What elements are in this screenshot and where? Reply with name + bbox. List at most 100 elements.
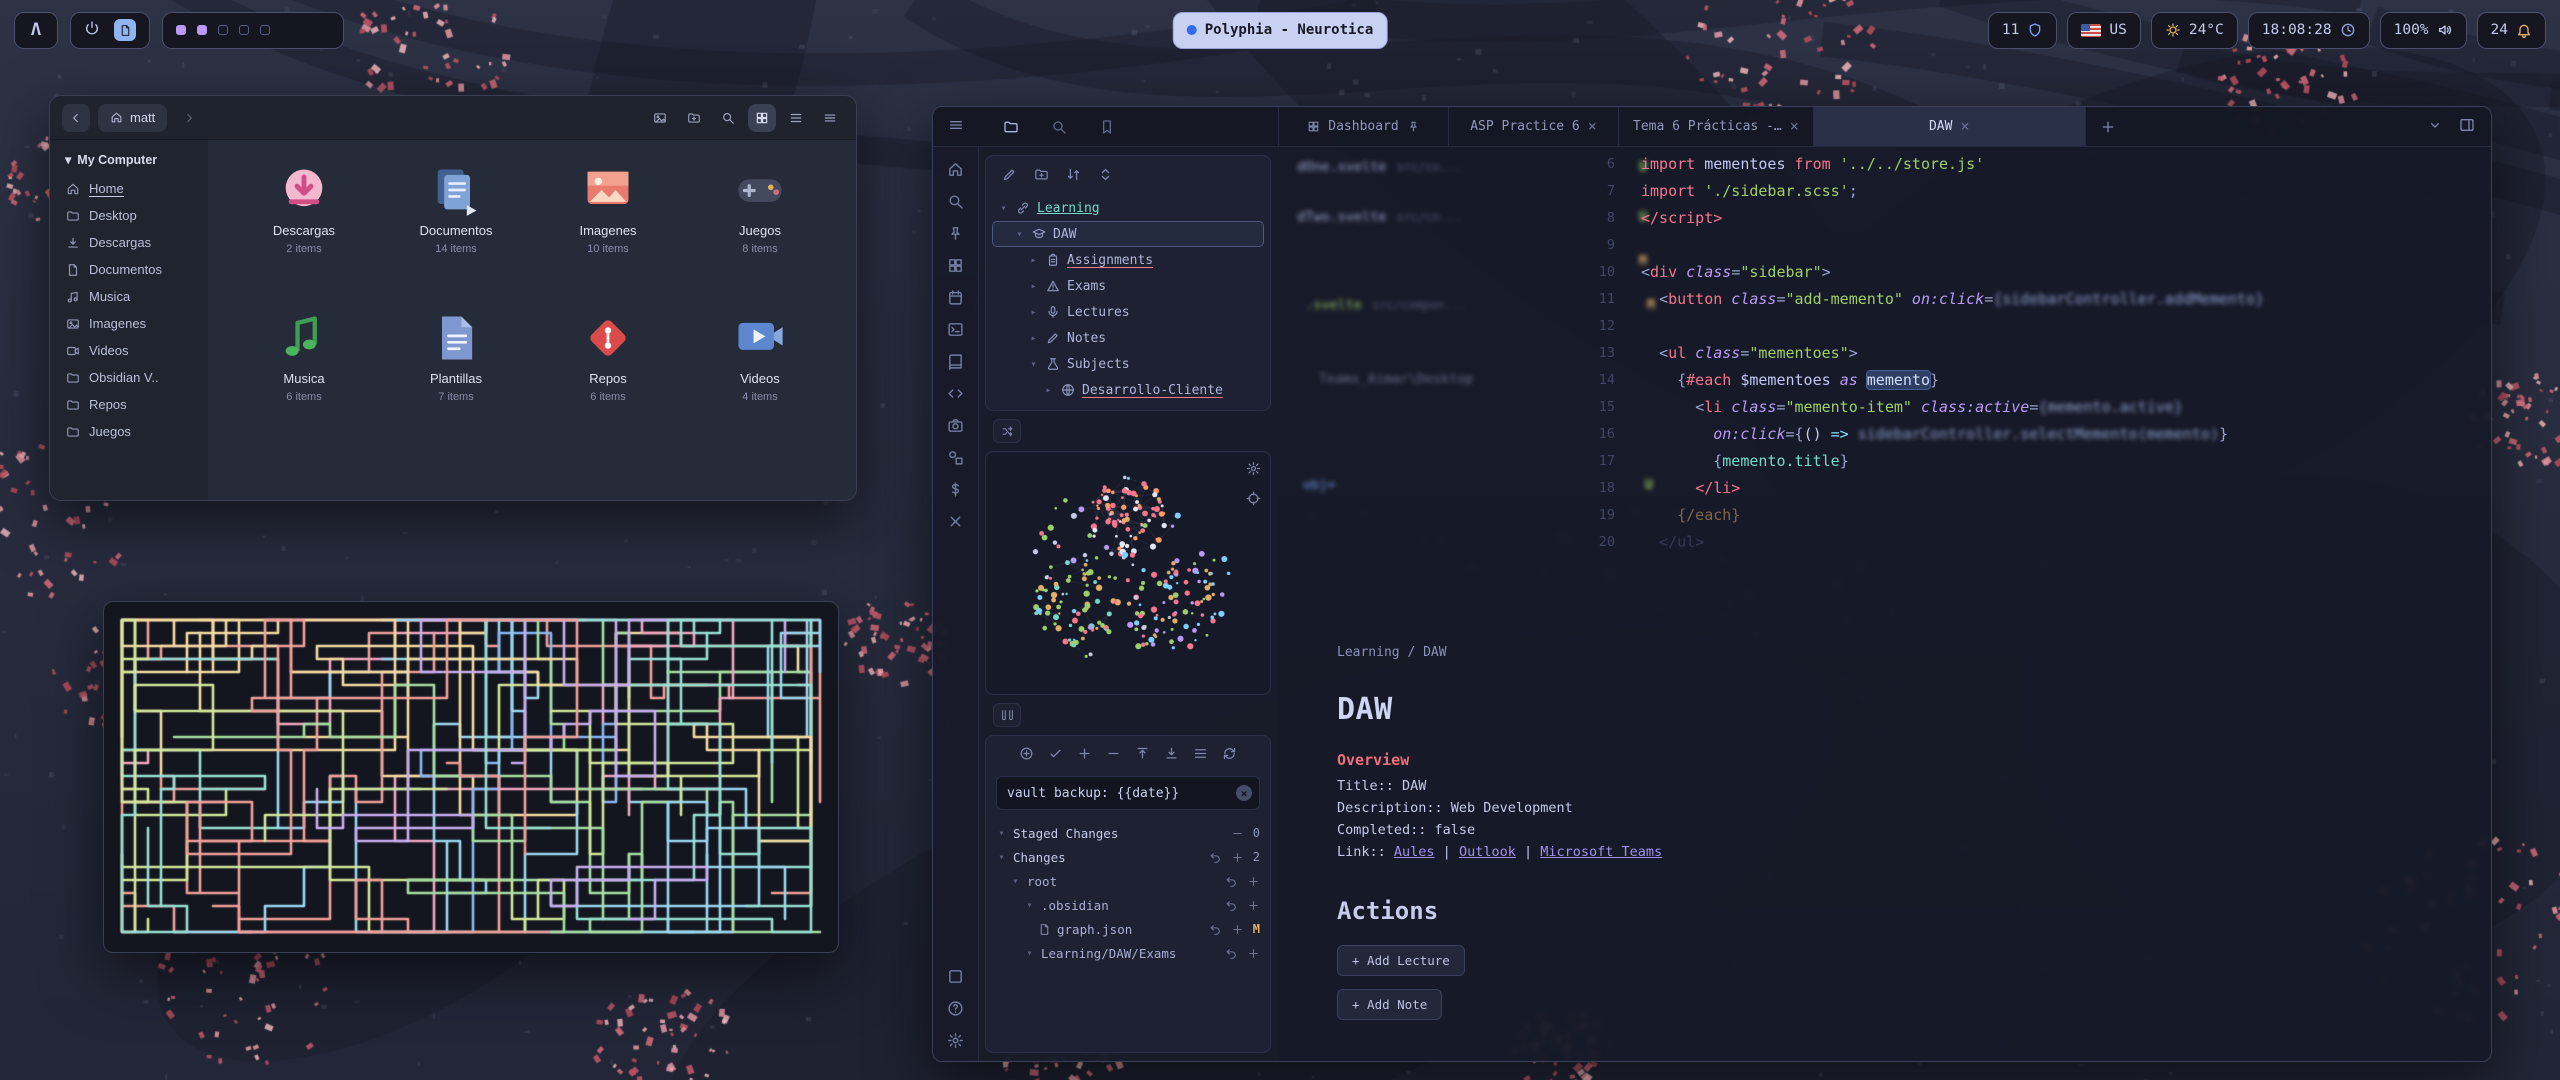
sidebar-item-repos[interactable]: Repos xyxy=(57,391,201,418)
module-notifications[interactable]: 24 xyxy=(2477,12,2546,49)
menu-button[interactable] xyxy=(816,104,844,132)
tree-item-learning[interactable]: ▾Learning xyxy=(992,195,1264,221)
sidebar-item-obsidian-v[interactable]: Obsidian V.. xyxy=(57,364,201,391)
tree-item-daw[interactable]: ▾DAW xyxy=(992,221,1264,247)
tab-list-button[interactable] xyxy=(2427,117,2443,137)
git-action-undo-button[interactable] xyxy=(1209,923,1222,936)
module-updates[interactable]: 11 xyxy=(1988,12,2057,49)
git-commit-button[interactable] xyxy=(1048,746,1063,765)
ribbon-search-button[interactable] xyxy=(947,193,964,210)
ribbon-close-button[interactable] xyxy=(947,513,964,530)
git-action-undo-button[interactable] xyxy=(1209,851,1222,864)
tree-item-lectures[interactable]: ▸Lectures xyxy=(992,299,1264,325)
tab-close-button[interactable]: × xyxy=(1960,119,1969,134)
tree-item-notes[interactable]: ▸Notes xyxy=(992,325,1264,351)
git-action-plus-button[interactable] xyxy=(1247,899,1260,912)
tab-close-button[interactable]: × xyxy=(1790,119,1799,134)
ribbon-terminal-button[interactable] xyxy=(947,321,964,338)
tab-daw[interactable]: DAW× xyxy=(1814,107,2086,146)
ribbon-currency-button[interactable] xyxy=(947,481,964,498)
folder-musica[interactable]: Musica6 items xyxy=(228,304,380,436)
path-bar[interactable]: matt xyxy=(98,104,167,132)
git-panel-handle[interactable] xyxy=(993,703,1021,727)
sidebar-item-descargas[interactable]: Descargas xyxy=(57,229,201,256)
sidebar-tab-search[interactable] xyxy=(1051,119,1067,135)
sidebar-tab-files[interactable] xyxy=(1003,119,1019,135)
back-button[interactable] xyxy=(62,104,90,132)
new-folder-button[interactable] xyxy=(1034,167,1049,186)
git-action-plus-button[interactable] xyxy=(1247,947,1260,960)
git-change-list-button[interactable] xyxy=(1193,746,1208,765)
new-folder-button[interactable] xyxy=(680,104,708,132)
folder-descargas[interactable]: Descargas2 items xyxy=(228,156,380,288)
graph-settings-button[interactable] xyxy=(1246,461,1261,480)
tab-tema-6-pr-cticas[interactable]: Tema 6 Prácticas -…× xyxy=(1619,107,1814,146)
folder-imagenes[interactable]: Imagenes10 items xyxy=(532,156,684,288)
search-button[interactable] xyxy=(714,104,742,132)
git-action-undo-button[interactable] xyxy=(1225,899,1238,912)
toggle-right-sidebar-button[interactable] xyxy=(2459,117,2475,137)
note-link-aules[interactable]: Aules xyxy=(1394,844,1435,860)
git-action-plus-button[interactable] xyxy=(1231,923,1244,936)
sidebar-item-documentos[interactable]: Documentos xyxy=(57,256,201,283)
note-breadcrumb[interactable]: Learning / DAW xyxy=(1337,645,2237,660)
git-row-learning-daw-exams[interactable]: ▾Learning/DAW/Exams xyxy=(996,941,1260,965)
ribbon-menu-button[interactable] xyxy=(948,117,964,137)
media-player-widget[interactable]: Polyphia - Neurotica xyxy=(1173,12,1388,49)
ribbon-canvas-button[interactable] xyxy=(947,449,964,466)
folder-documentos[interactable]: Documentos14 items xyxy=(380,156,532,288)
tab-close-button[interactable]: × xyxy=(1588,119,1597,134)
workspace-1[interactable] xyxy=(176,25,186,35)
graph-view-canvas[interactable] xyxy=(986,452,1270,694)
sidebar-tab-bookmarks[interactable] xyxy=(1099,119,1115,135)
tree-item-exams[interactable]: ▸Exams xyxy=(992,273,1264,299)
sidebar-item-home[interactable]: Home xyxy=(57,175,201,202)
new-tab-button[interactable] xyxy=(2086,107,2130,146)
new-note-button[interactable] xyxy=(1002,167,1017,186)
ribbon-code-block-button[interactable] xyxy=(947,385,964,402)
sidebar-item-desktop[interactable]: Desktop xyxy=(57,202,201,229)
module-volume[interactable]: 100% xyxy=(2380,12,2467,49)
tray-power-button[interactable] xyxy=(84,20,100,40)
git-refresh-button[interactable] xyxy=(1222,746,1237,765)
media-view-button[interactable] xyxy=(646,104,674,132)
module-clock[interactable]: 18:08:28 xyxy=(2248,12,2370,49)
ribbon-pin-button[interactable] xyxy=(947,225,964,242)
graph-filter-button[interactable] xyxy=(1246,491,1261,510)
git-pull-button[interactable] xyxy=(1164,746,1179,765)
ribbon-grid-button[interactable] xyxy=(947,257,964,274)
git-action-undo-button[interactable] xyxy=(1225,947,1238,960)
sidebar-item-imagenes[interactable]: Imagenes xyxy=(57,310,201,337)
module-keyboard-layout[interactable]: US xyxy=(2067,12,2140,49)
git-section-staged-changes[interactable]: ▾Staged Changes0 xyxy=(996,821,1260,845)
collapse-all-button[interactable] xyxy=(1098,167,1113,186)
note-link-microsoft-teams[interactable]: Microsoft Teams xyxy=(1540,844,1662,860)
sidebar-section-header[interactable]: ▾ My Computer xyxy=(57,150,201,175)
ribbon-vault-button[interactable] xyxy=(947,968,964,985)
ribbon-book-button[interactable] xyxy=(947,353,964,370)
ribbon-calendar-button[interactable] xyxy=(947,289,964,306)
git-row-obsidian[interactable]: ▾.obsidian xyxy=(996,893,1260,917)
tree-item-desarrollo-cliente[interactable]: ▸Desarrollo-Cliente xyxy=(992,377,1264,403)
module-weather[interactable]: 24°C xyxy=(2151,12,2238,49)
git-action-undo-button[interactable] xyxy=(1225,875,1238,888)
git-action-plus-button[interactable] xyxy=(1231,851,1244,864)
tree-item-subjects[interactable]: ▾Subjects xyxy=(992,351,1264,377)
git-stage-all-button[interactable] xyxy=(1077,746,1092,765)
launcher-button[interactable]: Λ xyxy=(14,12,58,49)
ribbon-home-button[interactable] xyxy=(947,161,964,178)
tree-item-assignments[interactable]: ▸Assignments xyxy=(992,247,1264,273)
forward-button[interactable] xyxy=(175,104,203,132)
git-section-changes[interactable]: ▾Changes2 xyxy=(996,845,1260,869)
folder-plantillas[interactable]: Plantillas7 items xyxy=(380,304,532,436)
grid-view-button[interactable] xyxy=(748,104,776,132)
sidebar-item-juegos[interactable]: Juegos xyxy=(57,418,201,445)
sort-button[interactable] xyxy=(1066,167,1081,186)
tray-notes-app-button[interactable] xyxy=(114,19,136,41)
tab-asp-practice-6[interactable]: ASP Practice 6× xyxy=(1449,107,1619,146)
git-unstage-all-button[interactable] xyxy=(1106,746,1121,765)
workspace-5[interactable] xyxy=(260,25,270,35)
git-row-root[interactable]: ▾root xyxy=(996,869,1260,893)
folder-juegos[interactable]: Juegos8 items xyxy=(684,156,836,288)
tab-dashboard[interactable]: Dashboard xyxy=(1279,107,1449,146)
